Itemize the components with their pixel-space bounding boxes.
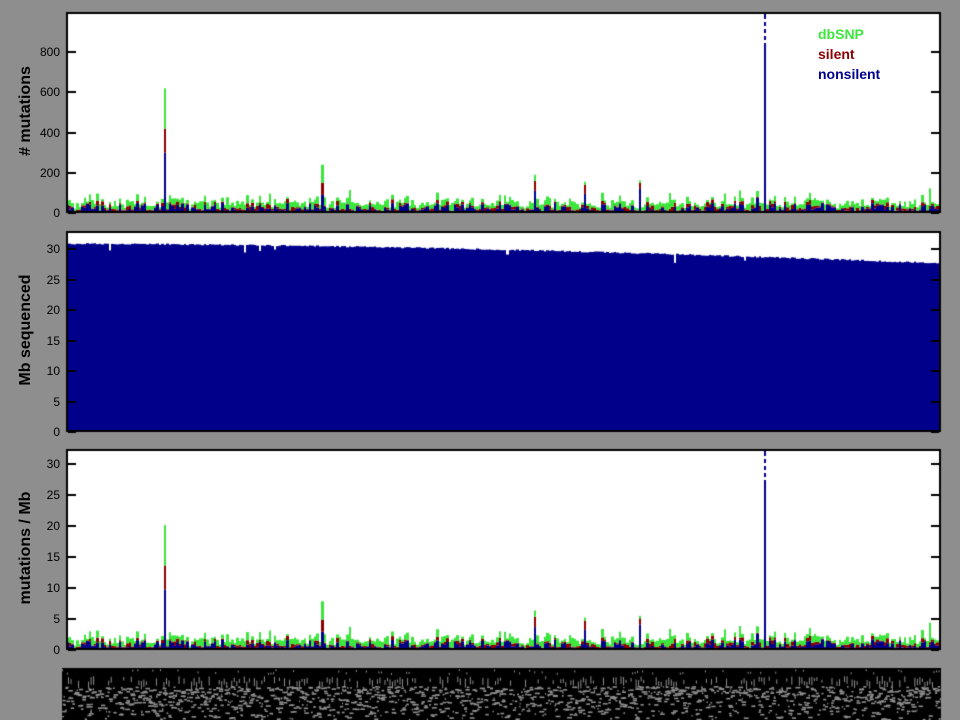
charts-canvas	[0, 0, 960, 720]
y-tick-label: 30	[0, 242, 60, 256]
legend-item-nonsilent: nonsilent	[818, 64, 880, 84]
y-tick-label: 800	[0, 45, 60, 59]
legend: dbSNP silent nonsilent	[818, 24, 880, 84]
y-tick-label: 20	[0, 519, 60, 533]
y-tick-label: 600	[0, 85, 60, 99]
y-tick-label: 25	[0, 273, 60, 287]
y-tick-label: 15	[0, 334, 60, 348]
y-tick-label: 0	[0, 643, 60, 657]
y-tick-label: 25	[0, 488, 60, 502]
y-tick-label: 10	[0, 364, 60, 378]
legend-item-silent: silent	[818, 44, 880, 64]
legend-item-dbsnp: dbSNP	[818, 24, 880, 44]
y-tick-label: 200	[0, 166, 60, 180]
y-tick-label: 0	[0, 206, 60, 220]
y-tick-label: 5	[0, 395, 60, 409]
y-tick-label: 20	[0, 303, 60, 317]
y-tick-label: 0	[0, 425, 60, 439]
y-tick-label: 30	[0, 457, 60, 471]
y-tick-label: 400	[0, 126, 60, 140]
y-tick-label: 15	[0, 550, 60, 564]
y-tick-label: 5	[0, 612, 60, 626]
y-tick-label: 10	[0, 581, 60, 595]
y-axis-label-mutations: # mutations	[17, 1, 35, 221]
mutation-rate-figure: # mutations Mb sequenced mutations / Mb …	[0, 0, 960, 720]
